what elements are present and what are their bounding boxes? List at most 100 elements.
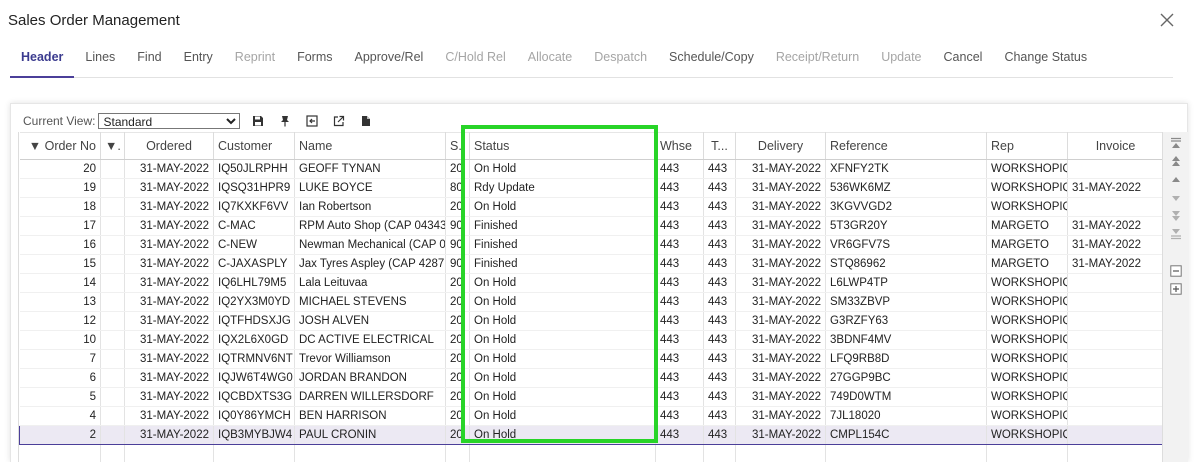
table-row[interactable]: 15 31-MAY-2022 C-JAXASPLY Jax Tyres Aspley … (19, 254, 1162, 274)
table-cell: 31-MAY-2022 (735, 197, 826, 217)
table-row[interactable]: 4 31-MAY-2022 IQ0Y86YMCH BEN HARRISON 20 On H… (19, 406, 1162, 426)
table-cell: On Hold (469, 311, 656, 331)
table-row[interactable]: 13 31-MAY-2022 IQ2YX3M0YD MICHAEL STEVENS 20… (19, 292, 1162, 312)
table-cell (825, 444, 987, 462)
line-up-icon[interactable] (1169, 173, 1183, 187)
menu-item-find[interactable]: Find (126, 44, 172, 78)
table-cell (100, 425, 125, 445)
menu-item-entry[interactable]: Entry (173, 44, 224, 78)
table-cell: 443 (655, 387, 704, 407)
current-view-select[interactable]: Standard (98, 113, 241, 129)
table-cell: 17 (19, 216, 101, 236)
table-cell: 7 (19, 349, 101, 369)
column-header[interactable]: ▼. (100, 132, 125, 160)
column-header[interactable]: Delivery (735, 132, 826, 160)
menu-item-cancel[interactable]: Cancel (933, 44, 994, 78)
table-cell: Lala Leituvaa (294, 273, 446, 293)
collapse-icon[interactable] (1169, 264, 1183, 278)
scroll-top-icon[interactable] (1169, 136, 1183, 150)
action-menu: Header Lines Find Entry Reprint Forms Approve/… (10, 44, 1173, 78)
column-header[interactable]: Whse (655, 132, 704, 160)
column-header[interactable]: Ordered (124, 132, 214, 160)
table-cell: IQ50JLRPHH (213, 159, 295, 179)
column-header[interactable]: Invoice (1067, 132, 1162, 160)
table-cell: 443 (655, 292, 704, 312)
menu-item-schedule-copy[interactable]: Schedule/Copy (658, 44, 765, 78)
menu-item-approve-rel[interactable]: Approve/Rel (344, 44, 435, 78)
table-cell: VR6GFV7S (825, 235, 987, 255)
table-cell: DARREN WILLERSDORF (294, 387, 446, 407)
line-down-icon[interactable] (1169, 191, 1183, 205)
table-row[interactable]: 14 31-MAY-2022 IQ6LHL79M5 Lala Leituvaa 20 On… (19, 273, 1162, 293)
table-cell: 20 (445, 197, 470, 217)
document-icon[interactable] (357, 113, 375, 129)
table-cell: Jax Tyres Aspley (CAP 4287 (294, 254, 446, 274)
table-cell (100, 235, 125, 255)
column-header[interactable]: Name (294, 132, 446, 160)
menu-item-update: Update (881, 50, 922, 64)
table-cell: 443 (703, 292, 736, 312)
table-row[interactable]: 16 31-MAY-2022 C-NEW Newman Mechanical (CAP… (19, 235, 1162, 255)
menu-item-header[interactable]: Header (10, 44, 75, 78)
table-cell: G3RZFY63 (825, 311, 987, 331)
scroll-bottom-icon[interactable] (1169, 227, 1183, 241)
table-row[interactable]: 6 31-MAY-2022 IQJW6T4WG0 JORDAN BRANDON 20 On… (19, 368, 1162, 388)
open-external-icon[interactable] (330, 113, 348, 129)
table-cell: 20 (445, 387, 470, 407)
table-cell (100, 292, 125, 312)
column-header[interactable]: Customer (213, 132, 295, 160)
column-header[interactable]: Status (469, 132, 656, 160)
table-cell (124, 444, 214, 462)
column-header[interactable]: T... (703, 132, 736, 160)
table-row[interactable]: 10 31-MAY-2022 IQX2L6X0GD DC ACTIVE ELECTRI… (19, 330, 1162, 350)
table-cell (1067, 292, 1162, 312)
expand-icon[interactable] (1169, 282, 1183, 296)
pin-icon[interactable] (276, 113, 294, 129)
menu-item-forms[interactable]: Forms (286, 44, 343, 78)
table-cell: 31-MAY-2022 (124, 349, 214, 369)
table-row[interactable]: 20 31-MAY-2022 IQ50JLRPHH GEOFF TYNAN 20 On H… (19, 159, 1162, 179)
table-cell: 443 (655, 197, 704, 217)
menu-item-lines[interactable]: Lines (74, 44, 126, 78)
table-row[interactable]: 17 31-MAY-2022 C-MAC RPM Auto Shop (CAP 043… (19, 216, 1162, 236)
export-icon[interactable] (303, 113, 321, 129)
table-cell: 31-MAY-2022 (735, 330, 826, 350)
close-icon[interactable] (1157, 10, 1177, 30)
table-cell (1067, 273, 1162, 293)
table-row[interactable]: 18 31-MAY-2022 IQ7KXKF6VV Ian Robertson 20 On… (19, 197, 1162, 217)
table-cell: Trevor Williamson (294, 349, 446, 369)
table-cell: 90 (445, 216, 470, 236)
column-header[interactable]: ▼ Order No (19, 132, 101, 160)
table-cell: WORKSHOPIQ (986, 178, 1068, 198)
table-row[interactable]: 5 31-MAY-2022 IQCBDXTS3G DARREN WILLERSDORF… (19, 387, 1162, 407)
table-row[interactable]: 2 31-MAY-2022 IQB3MYBJW4 PAUL CRONIN 20 On Ho… (19, 425, 1162, 445)
table-cell: 443 (655, 311, 704, 331)
table-row[interactable]: 12 31-MAY-2022 IQTFHDSXJG JOSH ALVEN 20 On Ho… (19, 311, 1162, 331)
table-cell: 31-MAY-2022 (735, 387, 826, 407)
table-cell (1067, 311, 1162, 331)
page-up-icon[interactable] (1169, 154, 1183, 168)
column-header[interactable]: S. (445, 132, 470, 160)
table-cell: WORKSHOPIQ (986, 330, 1068, 350)
table-cell (100, 254, 125, 274)
table-cell: WORKSHOPIQ (986, 349, 1068, 369)
table-cell: 31-MAY-2022 (124, 197, 214, 217)
table-row[interactable]: 7 31-MAY-2022 IQTRMNV6NT Trevor Williamson 2… (19, 349, 1162, 369)
column-header[interactable]: Reference (825, 132, 987, 160)
page-down-icon[interactable] (1169, 209, 1183, 223)
table-cell: IQ0Y86YMCH (213, 406, 295, 426)
table-cell: IQX2L6X0GD (213, 330, 295, 350)
save-icon[interactable] (249, 113, 267, 129)
table-cell: MARGETO (986, 216, 1068, 236)
table-cell: 443 (703, 197, 736, 217)
table-cell: JOSH ALVEN (294, 311, 446, 331)
table-cell: 31-MAY-2022 (1067, 254, 1162, 274)
table-cell: 20 (445, 425, 470, 445)
column-header[interactable]: Rep (986, 132, 1068, 160)
table-cell (100, 197, 125, 217)
table-cell: SM33ZBVP (825, 292, 987, 312)
table-row[interactable]: 19 31-MAY-2022 IQSQ31HPR9 LUKE BOYCE 80 Rdy U… (19, 178, 1162, 198)
table-cell: 443 (703, 387, 736, 407)
menu-item-change-status[interactable]: Change Status (993, 44, 1098, 78)
table-cell: RPM Auto Shop (CAP 04343 (294, 216, 446, 236)
